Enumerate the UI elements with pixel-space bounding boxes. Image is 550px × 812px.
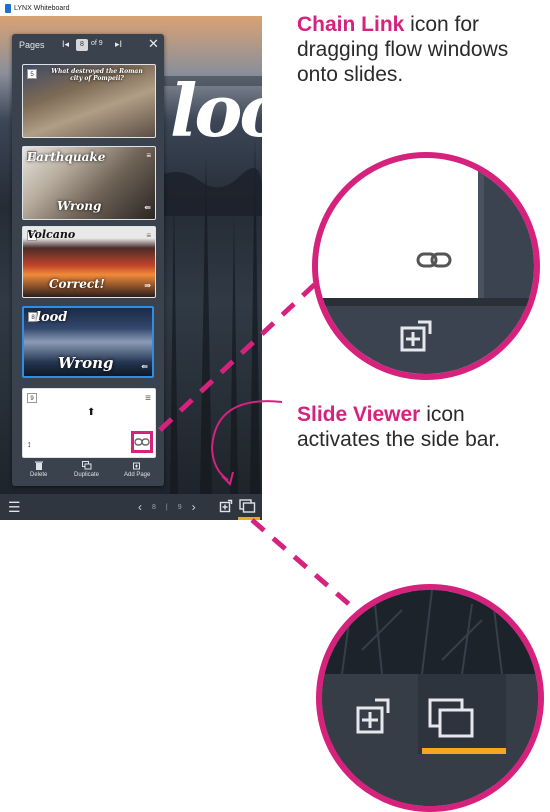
delete-label: Delete xyxy=(30,472,48,478)
chain-link-callout: Chain Link icon for dragging flow window… xyxy=(297,12,547,87)
add-page-icon xyxy=(132,462,140,470)
page-thumbnail-selected[interactable]: 8 lood Wrong ⇚ xyxy=(22,306,154,378)
drag-handle-icon[interactable]: ≡ xyxy=(146,231,151,240)
thumbnail-result: Wrong xyxy=(57,199,102,213)
pages-label: Pages xyxy=(19,40,45,50)
pages-panel-header: Pages I◂ 8 of 9 ▸I ✕ xyxy=(12,34,164,56)
toolbar-total-pages: 9 xyxy=(177,503,182,511)
menu-icon[interactable]: ☰ xyxy=(8,500,21,514)
title-bar: LYNX Whiteboard xyxy=(0,0,262,16)
thumbnail-caption: What destroyed the Roman city of Pompeii… xyxy=(51,68,143,82)
thumbnail-number: 5 xyxy=(27,69,37,79)
callout-highlight: Slide Viewer xyxy=(297,403,421,426)
last-page-icon[interactable]: ▸I xyxy=(115,39,122,50)
thumbnail-caption: lood xyxy=(36,310,68,325)
thumbnail-result: Wrong xyxy=(58,354,114,372)
current-page-field[interactable]: 8 xyxy=(76,39,88,51)
slide-viewer-icon[interactable] xyxy=(239,499,256,513)
lynx-app-window: LYNX Whiteboard lood ☰ ‹ 8 | 9 › xyxy=(0,0,262,520)
drag-handle-icon[interactable]: ≡ xyxy=(145,393,151,404)
thumbnail-result: Correct! xyxy=(49,277,105,291)
toolbar-separator: | xyxy=(165,503,168,511)
page-thumbnail[interactable]: 7 Volcano Correct! ≡ ⇛ xyxy=(22,226,156,298)
first-page-icon[interactable]: I◂ xyxy=(62,39,69,50)
pages-side-panel: Pages I◂ 8 of 9 ▸I ✕ 5 What destroyed th… xyxy=(12,34,164,486)
slide-viewer-zoom-circle xyxy=(316,584,544,812)
add-page-button[interactable]: Add Page xyxy=(124,461,150,478)
chain-link-icon[interactable]: ⇚ xyxy=(144,203,151,212)
drag-handle-icon[interactable]: ≡ xyxy=(146,151,151,160)
callout-highlight: Chain Link xyxy=(297,13,405,36)
slide-viewer-callout: Slide Viewer icon activates the side bar… xyxy=(297,402,547,452)
thumbnail-caption: Volcano xyxy=(27,228,76,241)
delete-icon xyxy=(34,461,43,470)
thumbnail-number: 9 xyxy=(27,393,37,403)
toolbar-current-page: 8 xyxy=(152,503,156,511)
page-navigator: ‹ 8 | 9 › xyxy=(138,500,196,514)
page-thumbnail[interactable]: 9 ≡ ⬆ ↕ xyxy=(22,388,156,458)
close-icon[interactable]: ✕ xyxy=(148,36,159,52)
up-arrow-icon: ⬆ xyxy=(87,407,96,418)
slide-title-text: lood xyxy=(170,68,262,153)
duplicate-label: Duplicate xyxy=(74,472,100,478)
chain-link-icon[interactable] xyxy=(134,437,150,447)
add-page-icon[interactable] xyxy=(219,499,233,513)
thumbnail-caption: Earthquake xyxy=(27,150,106,164)
duplicate-button[interactable]: Duplicate xyxy=(74,461,99,478)
page-thumbnail[interactable]: 6 Earthquake Wrong ≡ ⇚ xyxy=(22,146,156,220)
chain-link-highlight-box xyxy=(131,431,153,453)
resize-icon[interactable]: ↕ xyxy=(27,439,32,449)
window-title: LYNX Whiteboard xyxy=(14,4,70,12)
slide-viewer-leader-line xyxy=(250,518,352,607)
next-icon[interactable]: › xyxy=(192,500,196,514)
chain-link-icon[interactable]: ⇛ xyxy=(144,281,151,290)
slide-viewer-active-bar xyxy=(422,748,506,754)
pages-panel-footer: Delete Duplicate Add Page xyxy=(12,458,164,486)
chain-link-zoom-content xyxy=(318,158,534,374)
bottom-toolbar: ☰ ‹ 8 | 9 › xyxy=(0,494,262,520)
lynx-logo-icon xyxy=(5,3,11,13)
delete-button[interactable]: Delete xyxy=(30,461,47,478)
prev-icon[interactable]: ‹ xyxy=(138,500,142,514)
page-count-text: of 9 xyxy=(91,40,103,47)
chain-link-icon[interactable]: ⇚ xyxy=(141,362,148,371)
chain-link-zoom-circle xyxy=(312,152,540,380)
slide-viewer-active-bar xyxy=(238,517,260,520)
duplicate-icon xyxy=(81,461,91,470)
add-page-label: Add Page xyxy=(124,472,151,478)
slide-viewer-zoom-content xyxy=(322,590,538,806)
page-thumbnail[interactable]: 5 What destroyed the Roman city of Pompe… xyxy=(22,64,156,138)
